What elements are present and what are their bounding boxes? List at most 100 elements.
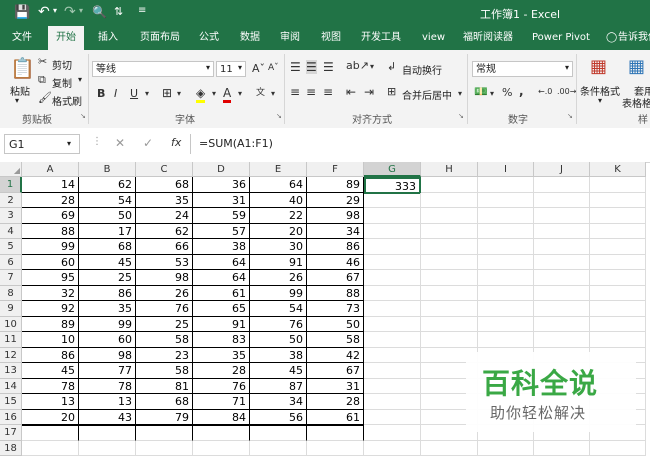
- formula-input[interactable]: =SUM(A1:F1): [190, 134, 650, 154]
- font-color-dropdown-icon[interactable]: ▾: [238, 89, 242, 98]
- row-header-1[interactable]: 1: [0, 177, 22, 193]
- grid-cell[interactable]: [534, 317, 590, 333]
- grid-cell[interactable]: [478, 193, 534, 209]
- table-cell[interactable]: 50: [79, 208, 136, 224]
- copy-dropdown-icon[interactable]: ▾: [78, 75, 82, 84]
- tab-developer[interactable]: 开发工具: [361, 26, 401, 50]
- row-header-2[interactable]: 2: [0, 193, 22, 209]
- table-cell[interactable]: 31: [307, 379, 364, 395]
- table-cell[interactable]: 61: [307, 410, 364, 426]
- table-cell[interactable]: 36: [193, 177, 250, 193]
- decrease-font-icon[interactable]: Aˇ: [268, 63, 279, 73]
- tab-home[interactable]: 开始: [48, 26, 84, 50]
- grid-cell[interactable]: [421, 270, 478, 286]
- table-cell[interactable]: 86: [22, 348, 79, 364]
- grid-cell[interactable]: [590, 301, 646, 317]
- grid-cell[interactable]: [478, 317, 534, 333]
- column-header-a[interactable]: A: [22, 162, 79, 177]
- table-cell[interactable]: 25: [79, 270, 136, 286]
- tab-formulas[interactable]: 公式: [199, 26, 219, 50]
- grid-cell[interactable]: [478, 332, 534, 348]
- table-cell[interactable]: 58: [136, 332, 193, 348]
- tab-view[interactable]: 视图: [321, 26, 341, 50]
- table-cell[interactable]: 62: [136, 224, 193, 240]
- table-cell[interactable]: 28: [193, 363, 250, 379]
- row-header-5[interactable]: 5: [0, 239, 22, 255]
- grid-cell[interactable]: [364, 363, 421, 379]
- grid-cell[interactable]: [364, 224, 421, 240]
- increase-indent-icon[interactable]: ⇥: [364, 85, 374, 99]
- font-size-dropdown-icon[interactable]: ▾: [238, 63, 242, 72]
- alignment-launcher-icon[interactable]: ↘: [458, 112, 464, 120]
- row-header-16[interactable]: 16: [0, 410, 22, 426]
- increase-font-icon[interactable]: Aˇ: [252, 62, 265, 75]
- table-cell[interactable]: 34: [250, 394, 307, 410]
- grid-cell[interactable]: [364, 379, 421, 395]
- format-painter-button[interactable]: 格式刷: [52, 93, 82, 108]
- grid-cell[interactable]: [421, 208, 478, 224]
- table-cell[interactable]: 26: [250, 270, 307, 286]
- merge-center-button[interactable]: 合并后居中: [402, 87, 452, 102]
- table-cell[interactable]: 20: [250, 224, 307, 240]
- table-cell[interactable]: 38: [193, 239, 250, 255]
- grid-cell[interactable]: [534, 193, 590, 209]
- table-cell[interactable]: 54: [79, 193, 136, 209]
- table-cell[interactable]: 84: [193, 410, 250, 426]
- align-top-icon[interactable]: ☰: [290, 60, 301, 74]
- table-cell[interactable]: 76: [193, 379, 250, 395]
- grid-cell[interactable]: [534, 332, 590, 348]
- table-cell[interactable]: 73: [307, 301, 364, 317]
- cut-button[interactable]: 剪切: [52, 57, 72, 72]
- row-header-10[interactable]: 10: [0, 317, 22, 333]
- grid-cell[interactable]: [364, 301, 421, 317]
- tab-view-addin[interactable]: view: [422, 26, 445, 50]
- select-all-corner[interactable]: ◢: [0, 162, 22, 177]
- table-cell[interactable]: 60: [22, 255, 79, 271]
- table-cell[interactable]: 17: [79, 224, 136, 240]
- row-header-11[interactable]: 11: [0, 332, 22, 348]
- grid-cell[interactable]: [478, 208, 534, 224]
- grid-cell[interactable]: [307, 425, 364, 441]
- column-header-g[interactable]: G: [364, 162, 421, 177]
- table-cell[interactable]: 50: [250, 332, 307, 348]
- tab-power-pivot[interactable]: Power Pivot: [532, 26, 590, 50]
- table-cell[interactable]: 57: [193, 224, 250, 240]
- table-cell[interactable]: 35: [193, 348, 250, 364]
- table-cell[interactable]: 59: [193, 208, 250, 224]
- clipboard-launcher-icon[interactable]: ↘: [80, 112, 86, 120]
- fill-color-dropdown-icon[interactable]: ▾: [212, 89, 216, 98]
- font-color-icon[interactable]: A: [223, 86, 231, 103]
- table-cell[interactable]: 46: [307, 255, 364, 271]
- table-cell[interactable]: 30: [250, 239, 307, 255]
- row-header-8[interactable]: 8: [0, 286, 22, 302]
- accounting-dropdown-icon[interactable]: ▾: [490, 89, 494, 98]
- table-cell[interactable]: 69: [22, 208, 79, 224]
- row-header-12[interactable]: 12: [0, 348, 22, 364]
- align-left-icon[interactable]: ≡: [290, 85, 300, 99]
- grid-cell[interactable]: [136, 425, 193, 441]
- table-cell[interactable]: 35: [79, 301, 136, 317]
- grid-cell[interactable]: [421, 286, 478, 302]
- table-cell[interactable]: 68: [136, 177, 193, 193]
- redo-icon[interactable]: ↷: [64, 4, 76, 20]
- accounting-format-icon[interactable]: 💵: [474, 85, 488, 98]
- table-cell[interactable]: 20: [22, 410, 79, 426]
- grid-cell[interactable]: [364, 317, 421, 333]
- grid-cell[interactable]: [590, 332, 646, 348]
- table-cell[interactable]: 92: [22, 301, 79, 317]
- row-header-7[interactable]: 7: [0, 270, 22, 286]
- table-cell[interactable]: 89: [307, 177, 364, 193]
- phonetic-icon[interactable]: 文: [256, 85, 265, 98]
- enter-icon[interactable]: ✓: [143, 136, 153, 150]
- grid-cell[interactable]: [478, 177, 534, 193]
- cancel-icon[interactable]: ✕: [115, 136, 125, 150]
- table-cell[interactable]: 53: [136, 255, 193, 271]
- align-center-icon[interactable]: ≡: [306, 85, 316, 99]
- table-cell[interactable]: 60: [79, 332, 136, 348]
- grid-cell[interactable]: [590, 270, 646, 286]
- table-cell[interactable]: 68: [79, 239, 136, 255]
- table-cell[interactable]: 99: [22, 239, 79, 255]
- column-header-j[interactable]: J: [534, 162, 590, 177]
- table-cell[interactable]: 66: [136, 239, 193, 255]
- paste-dropdown-icon[interactable]: ▾: [15, 96, 19, 105]
